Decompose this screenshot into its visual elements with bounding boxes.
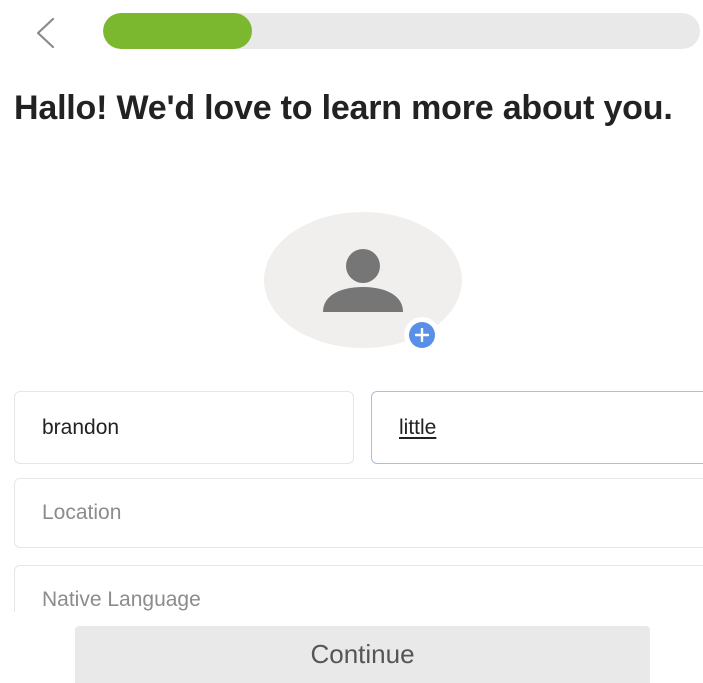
chevron-left-icon <box>36 17 55 49</box>
progress-bar-fill <box>103 13 253 49</box>
location-field[interactable]: Location <box>14 478 703 548</box>
first-name-field[interactable]: brandon <box>14 391 354 464</box>
plus-circle-icon <box>409 322 435 348</box>
last-name-value: little <box>399 415 437 439</box>
profile-setup-screen: Hallo! We'd love to learn more about you… <box>0 0 703 683</box>
location-placeholder: Location <box>42 501 122 524</box>
native-language-placeholder: Native Language <box>42 588 201 611</box>
page-title: Hallo! We'd love to learn more about you… <box>14 89 673 127</box>
last-name-field[interactable]: little <box>371 391 703 464</box>
first-name-value: brandon <box>42 415 120 439</box>
person-icon <box>323 249 403 312</box>
progress-bar <box>103 13 700 49</box>
continue-button[interactable]: Continue <box>75 626 650 683</box>
back-button[interactable] <box>22 12 68 54</box>
add-photo-button[interactable] <box>404 317 440 353</box>
